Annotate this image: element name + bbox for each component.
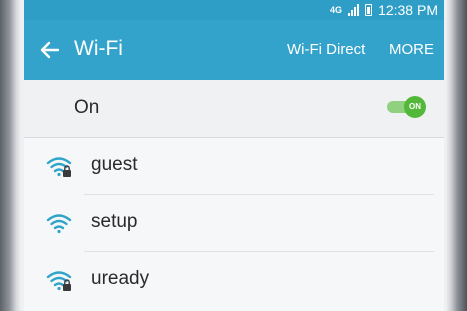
- network-type-icon: 4G: [330, 5, 343, 15]
- page-title: Wi-Fi: [74, 37, 123, 60]
- phone-frame: 4G 12:38 PM Wi-Fi Wi-Fi Direct MORE On O…: [0, 0, 467, 311]
- status-bar: 4G 12:38 PM: [24, 0, 444, 20]
- wifi-toggle-switch[interactable]: ON: [384, 94, 426, 120]
- status-time: 12:38 PM: [378, 2, 438, 18]
- network-item-guest[interactable]: guest: [24, 138, 444, 195]
- signal-strength-icon: [348, 4, 360, 16]
- wifi-icon: [46, 214, 72, 234]
- status-indicators: 4G 12:38 PM: [330, 1, 438, 19]
- wifi-state-label: On: [74, 97, 100, 118]
- toggle-knob: ON: [404, 96, 426, 118]
- screen: 4G 12:38 PM Wi-Fi Wi-Fi Direct MORE On O…: [24, 0, 444, 311]
- network-item-setup[interactable]: setup: [24, 195, 444, 252]
- network-name: setup: [91, 211, 138, 232]
- battery-icon: [365, 4, 373, 16]
- wifi-secured-icon: [46, 271, 72, 291]
- wifi-secured-icon: [46, 157, 72, 177]
- wifi-master-switch-row[interactable]: On ON: [24, 80, 444, 138]
- more-button[interactable]: MORE: [389, 41, 434, 58]
- back-arrow-icon[interactable]: [38, 38, 62, 62]
- app-bar: Wi-Fi Wi-Fi Direct MORE: [24, 20, 444, 80]
- network-name: uready: [91, 268, 150, 289]
- network-item-uready[interactable]: uready: [24, 252, 444, 311]
- network-name: guest: [91, 154, 138, 175]
- wifi-direct-button[interactable]: Wi-Fi Direct: [287, 41, 365, 58]
